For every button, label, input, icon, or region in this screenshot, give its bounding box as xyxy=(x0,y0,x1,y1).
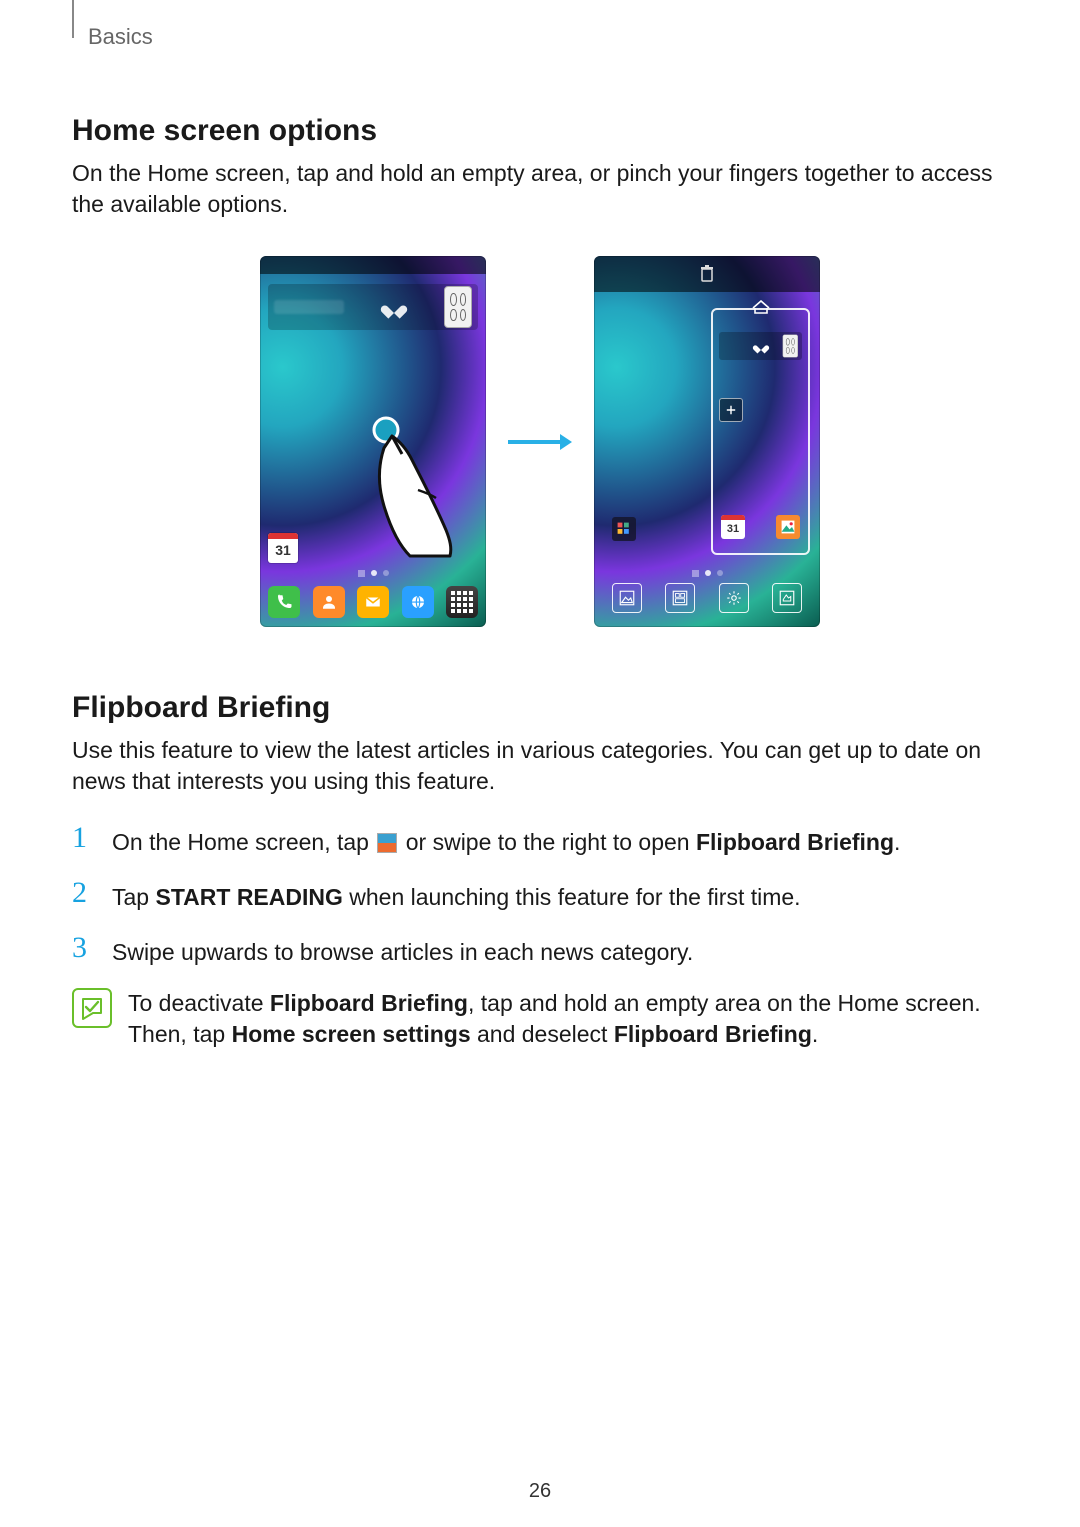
flipboard-tile-icon xyxy=(377,833,397,853)
widgets-button xyxy=(665,583,695,613)
editor-panels: 31 xyxy=(594,292,820,571)
screenshot-home-editor: 31 xyxy=(594,256,820,627)
editor-toolbar xyxy=(600,579,814,623)
step-3-text: Swipe upwards to browse articles in each… xyxy=(112,933,693,968)
step-2: 2 Tap START READING when launching this … xyxy=(72,878,1008,913)
mail-app-icon xyxy=(357,586,389,618)
page-indicator xyxy=(594,570,820,577)
folder-widget xyxy=(268,284,478,330)
step-1: 1 On the Home screen, tap or swipe to th… xyxy=(72,823,1008,858)
folder-label-blur xyxy=(274,300,344,314)
manual-page: Basics Home screen options On the Home s… xyxy=(0,0,1080,1527)
calendar-icon: 31 xyxy=(721,515,745,539)
home-area: 31 xyxy=(268,348,478,563)
header-section-label: Basics xyxy=(88,24,153,50)
page-panel-1 xyxy=(604,308,699,555)
steps-list: 1 On the Home screen, tap or swipe to th… xyxy=(72,823,1008,968)
status-bar xyxy=(260,256,486,274)
step-number: 2 xyxy=(72,878,94,908)
contacts-app-icon xyxy=(313,586,345,618)
figure-row: 31 xyxy=(72,256,1008,627)
apps-drawer-icon xyxy=(446,586,478,618)
dock xyxy=(268,583,478,621)
hand-gesture-icon xyxy=(350,406,470,566)
home-indicator-icon xyxy=(752,300,770,314)
header-rule xyxy=(72,0,74,38)
step-number: 3 xyxy=(72,933,94,963)
calendar-icon: 31 xyxy=(268,533,298,563)
settings-button xyxy=(719,583,749,613)
page-number: 26 xyxy=(0,1480,1080,1503)
heart-icon xyxy=(386,300,402,314)
page-panel-2-selected: 31 xyxy=(711,308,810,555)
note-icon xyxy=(72,988,112,1028)
section-heading-home-screen-options: Home screen options xyxy=(72,114,1008,148)
trash-icon xyxy=(699,265,715,283)
section-heading-flipboard: Flipboard Briefing xyxy=(72,691,1008,725)
calendar-day: 31 xyxy=(275,542,291,558)
widget-chip-icon xyxy=(612,517,636,541)
screenshot-home-screen: 31 xyxy=(260,256,486,627)
app-grid-icon xyxy=(444,286,472,328)
folder-widget-mini xyxy=(719,332,802,360)
section-body-home-screen-options: On the Home screen, tap and hold an empt… xyxy=(72,158,1008,220)
browser-app-icon xyxy=(402,586,434,618)
step-1-text: On the Home screen, tap or swipe to the … xyxy=(112,823,900,858)
wallpapers-button xyxy=(612,583,642,613)
page-indicator xyxy=(260,570,486,577)
section-body-flipboard: Use this feature to view the latest arti… xyxy=(72,735,1008,797)
calendar-day: 31 xyxy=(727,523,739,535)
themes-button xyxy=(772,583,802,613)
note-block: To deactivate Flipboard Briefing, tap an… xyxy=(72,988,1008,1050)
step-3: 3 Swipe upwards to browse articles in ea… xyxy=(72,933,1008,968)
gallery-chip-icon xyxy=(776,515,800,539)
step-2-text: Tap START READING when launching this fe… xyxy=(112,878,801,913)
arrow-right-icon xyxy=(508,433,572,451)
note-text: To deactivate Flipboard Briefing, tap an… xyxy=(128,988,1008,1050)
plus-chip-icon xyxy=(719,398,743,422)
heart-icon xyxy=(756,342,766,351)
page-header: Basics xyxy=(72,24,1008,50)
app-grid-icon xyxy=(783,335,798,358)
delete-bar xyxy=(594,256,820,292)
step-number: 1 xyxy=(72,823,94,853)
phone-app-icon xyxy=(268,586,300,618)
